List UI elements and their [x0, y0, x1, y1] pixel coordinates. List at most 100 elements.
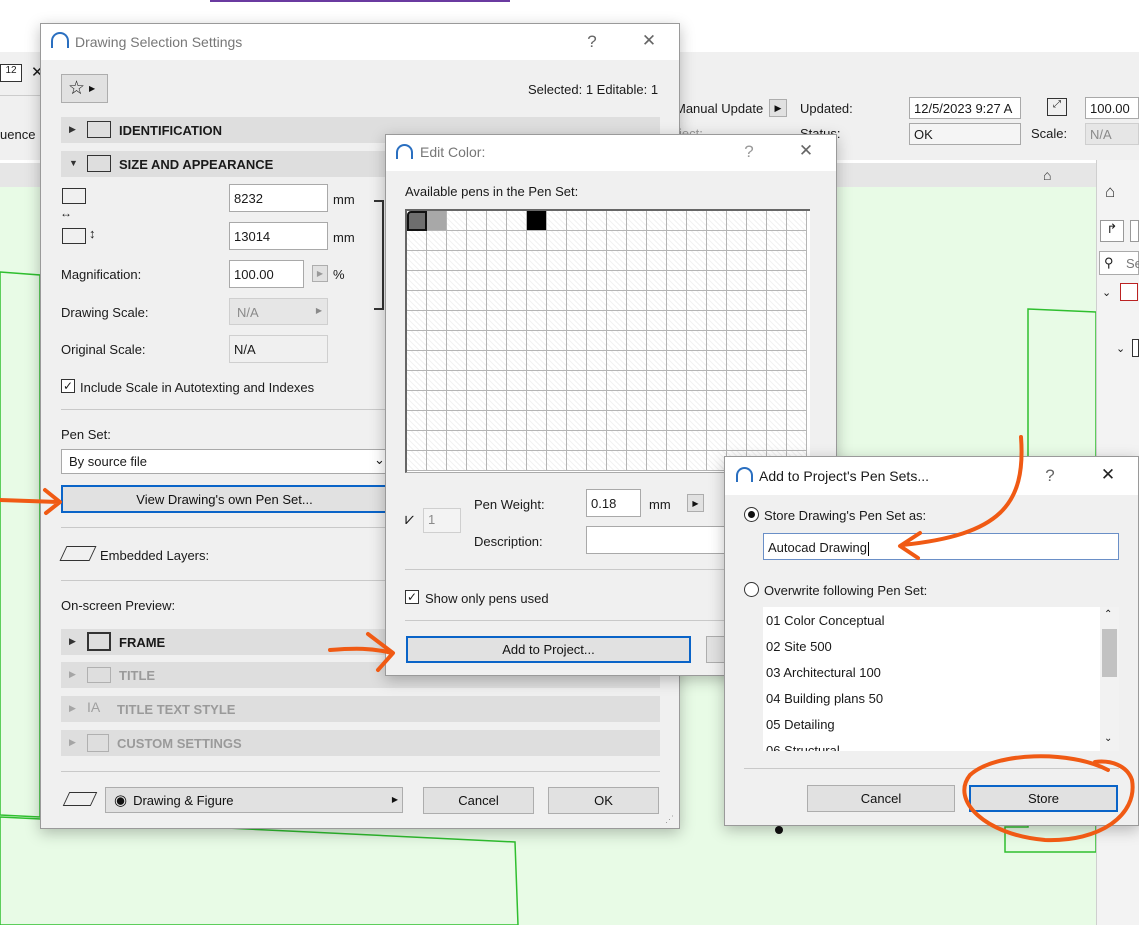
pen-cell[interactable]	[427, 391, 447, 411]
list-item[interactable]: 05 Detailing	[766, 717, 835, 732]
pen-cell[interactable]	[607, 271, 627, 291]
pen-cell[interactable]	[747, 251, 767, 271]
pen-cell[interactable]	[427, 331, 447, 351]
pen-cell[interactable]	[607, 291, 627, 311]
pen-cell[interactable]	[707, 431, 727, 451]
pen-cell[interactable]	[687, 211, 707, 231]
pen-cell[interactable]	[467, 311, 487, 331]
pen-cell[interactable]	[447, 311, 467, 331]
pen-cell[interactable]	[587, 451, 607, 471]
layer-view-icon[interactable]: ⌂	[1043, 167, 1051, 183]
pen-cell[interactable]	[507, 211, 527, 231]
pen-cell[interactable]	[707, 411, 727, 431]
pen-cell[interactable]	[547, 431, 567, 451]
view-pen-set-button[interactable]: View Drawing's own Pen Set...	[61, 485, 388, 513]
pen-cell[interactable]	[787, 271, 807, 291]
close-icon[interactable]: ✕	[794, 141, 818, 161]
pen-cell[interactable]	[467, 211, 487, 231]
pen-cell[interactable]	[627, 211, 647, 231]
pen-cell[interactable]	[447, 371, 467, 391]
pen-cell[interactable]	[787, 311, 807, 331]
pen-cell[interactable]	[627, 271, 647, 291]
pen-cell[interactable]	[667, 411, 687, 431]
pen-cell[interactable]	[407, 231, 427, 251]
pen-cell[interactable]	[547, 411, 567, 431]
pen-set-dropdown[interactable]: By source file ⌄	[61, 449, 388, 474]
pen-cell[interactable]	[747, 231, 767, 251]
pen-cell[interactable]	[567, 291, 587, 311]
pen-cell[interactable]	[667, 331, 687, 351]
pen-cell[interactable]	[627, 251, 647, 271]
layer-combination-dropdown[interactable]: ◉ Drawing & Figure ▶	[105, 787, 403, 813]
pen-cell[interactable]	[647, 251, 667, 271]
pen-cell[interactable]	[627, 331, 647, 351]
pen-cell[interactable]	[787, 351, 807, 371]
pen-cell[interactable]	[747, 371, 767, 391]
show-only-used-checkbox[interactable]: ✓	[405, 590, 419, 604]
pen-cell[interactable]	[507, 411, 527, 431]
pen-cell[interactable]	[587, 431, 607, 451]
pen-cell[interactable]	[647, 211, 667, 231]
pen-cell[interactable]	[727, 211, 747, 231]
pen-cell[interactable]	[707, 331, 727, 351]
pen-cell[interactable]	[507, 371, 527, 391]
pen-cell[interactable]	[707, 271, 727, 291]
pen-cell[interactable]	[407, 311, 427, 331]
scroll-up-icon[interactable]: ⌃	[1104, 609, 1112, 620]
pen-cell[interactable]	[547, 371, 567, 391]
project-map-icon[interactable]: ⌂	[1105, 182, 1115, 202]
pen-cell[interactable]	[607, 211, 627, 231]
pen-cell[interactable]	[767, 391, 787, 411]
pen-cell[interactable]	[647, 351, 667, 371]
pen-cell[interactable]	[767, 251, 787, 271]
pen-cell[interactable]	[567, 431, 587, 451]
pen-cell[interactable]	[487, 331, 507, 351]
pen-cell[interactable]	[727, 331, 747, 351]
pen-cell[interactable]	[647, 411, 667, 431]
magnification-field[interactable]: 100.00	[229, 260, 304, 288]
pen-cell[interactable]	[727, 291, 747, 311]
pen-cell[interactable]	[787, 291, 807, 311]
pen-cell[interactable]	[427, 451, 447, 471]
list-item[interactable]: 03 Architectural 100	[766, 665, 881, 680]
pen-cell[interactable]	[567, 211, 587, 231]
pen-cell[interactable]	[447, 451, 467, 471]
help-button[interactable]: ?	[737, 142, 761, 162]
pen-cell[interactable]	[687, 331, 707, 351]
pen-cell[interactable]	[687, 271, 707, 291]
pen-cell[interactable]	[587, 251, 607, 271]
pen-cell[interactable]	[547, 251, 567, 271]
pen-cell[interactable]	[427, 351, 447, 371]
pen-cell[interactable]	[447, 351, 467, 371]
magnification-arrow-button[interactable]: ▶	[312, 265, 328, 282]
pen-cell[interactable]	[467, 371, 487, 391]
pen-cell[interactable]	[547, 331, 567, 351]
zoom-field[interactable]: 100.00	[1085, 97, 1139, 119]
pen-cell[interactable]	[427, 431, 447, 451]
pen-cell[interactable]	[567, 451, 587, 471]
scrollbar-thumb[interactable]	[1102, 629, 1117, 677]
pen-cell[interactable]	[687, 411, 707, 431]
pen-cell[interactable]	[407, 291, 427, 311]
pen-cell[interactable]	[547, 451, 567, 471]
pen-cell[interactable]	[607, 251, 627, 271]
pen-weight-arrow-button[interactable]: ▶	[687, 494, 704, 512]
description-field[interactable]	[586, 526, 736, 554]
scroll-down-icon[interactable]: ⌄	[1104, 733, 1112, 744]
pen-cell[interactable]	[727, 311, 747, 331]
pen-cell[interactable]	[427, 271, 447, 291]
pen-cell[interactable]	[507, 311, 527, 331]
pen-cell[interactable]	[527, 411, 547, 431]
pen-cell[interactable]	[507, 431, 527, 451]
pen-cell[interactable]	[547, 291, 567, 311]
pen-cell[interactable]	[447, 331, 467, 351]
pen-cell[interactable]	[607, 371, 627, 391]
pen-cell[interactable]	[587, 271, 607, 291]
pen-cell[interactable]	[507, 231, 527, 251]
pen-cell[interactable]	[787, 331, 807, 351]
close-icon[interactable]: ✕	[1096, 465, 1120, 485]
pen-cell[interactable]	[727, 351, 747, 371]
pen-cell[interactable]	[767, 431, 787, 451]
pen-cell[interactable]	[547, 311, 567, 331]
pen-cell[interactable]	[707, 391, 727, 411]
